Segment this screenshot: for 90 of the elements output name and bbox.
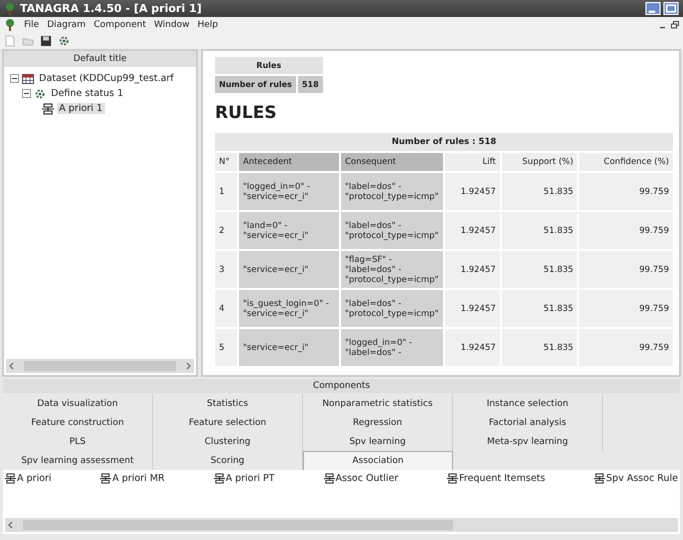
table-cell: "logged_in=0" - "service=ecr_i" (239, 173, 339, 210)
tree-icon (4, 2, 16, 14)
restore-icon[interactable] (671, 20, 679, 28)
panel-title: Default title (4, 51, 196, 67)
algorithm-item[interactable]: A priori PT (226, 473, 275, 484)
table-cell: 2 (215, 212, 237, 249)
tab[interactable]: Instance selection (453, 394, 603, 413)
rule-icon (100, 473, 112, 484)
maximize-icon[interactable] (663, 2, 679, 15)
tree-item[interactable]: A priori 1 (57, 103, 105, 114)
minimize-icon[interactable] (645, 2, 661, 15)
algorithm-item[interactable]: Spv Assoc Rule (606, 473, 678, 484)
table-cell: 5 (215, 329, 237, 366)
table-cell: 99.759 (579, 212, 673, 249)
tab[interactable]: Meta-spv learning (453, 432, 603, 451)
algorithm-item[interactable]: Frequent Itemsets (459, 473, 546, 484)
table-cell: 1.92457 (444, 212, 500, 249)
tab[interactable]: Statistics (153, 394, 303, 413)
table-cell: 3 (215, 251, 237, 288)
table-cell: 51.835 (502, 173, 578, 210)
table-cell: 99.759 (579, 251, 673, 288)
table-cell: 1 (215, 173, 237, 210)
algorithm-item[interactable]: A priori MR (112, 473, 165, 484)
rule-icon (42, 102, 54, 114)
column-header: Lift (444, 153, 500, 171)
scrollbar[interactable] (6, 359, 194, 373)
table-cell: 51.835 (502, 251, 578, 288)
column-header: Support (%) (502, 153, 578, 171)
table-caption: Number of rules : 518 (215, 133, 673, 151)
table-cell: 4 (215, 290, 237, 327)
tab[interactable]: Feature construction (3, 413, 153, 432)
tab[interactable]: PLS (3, 432, 153, 451)
table-cell: 51.835 (502, 290, 578, 327)
tree-item[interactable]: Define status 1 (49, 88, 126, 99)
save-icon[interactable] (40, 34, 52, 46)
tab[interactable]: Association (303, 451, 453, 470)
table-cell: "flag=SF" - "label=dos" - "protocol_type=icmp" (341, 251, 443, 288)
algorithm-item[interactable]: Assoc Outlier (336, 473, 398, 484)
table-cell: 99.759 (579, 290, 673, 327)
report-heading: RULES (215, 103, 278, 123)
table-cell: Number of rules (215, 76, 296, 93)
table-cell: 518 (298, 76, 323, 93)
rule-icon (594, 473, 606, 484)
tab[interactable]: Data visualization (3, 394, 153, 413)
menu-item[interactable]: Component (94, 20, 146, 30)
table-cell: 99.759 (579, 173, 673, 210)
table-cell: 99.759 (579, 329, 673, 366)
rule-icon (447, 473, 458, 484)
table-cell: 1.92457 (444, 329, 500, 366)
gear-icon (34, 88, 46, 100)
column-header: N° (215, 153, 237, 171)
rule-icon (324, 473, 335, 484)
window-title: TANAGRA 1.4.50 - [A priori 1] (20, 2, 202, 15)
tree-item[interactable]: Dataset (KDDCup99_test.arf (37, 73, 176, 84)
menu-item[interactable]: Window (154, 20, 190, 30)
collapse-toggle[interactable] (22, 89, 31, 98)
table-cell: "service=ecr_i" (239, 251, 339, 288)
table-cell: 1.92457 (444, 290, 500, 327)
tab[interactable]: Factorial analysis (453, 413, 603, 432)
table-cell: "is_guest_login=0" - "service=ecr_i" (239, 290, 339, 327)
table-cell: 51.835 (502, 212, 578, 249)
tab[interactable]: Regression (303, 413, 453, 432)
table-icon (22, 72, 34, 84)
table-cell: 1.92457 (444, 251, 500, 288)
table-cell: "land=0" - "service=ecr_i" (239, 212, 339, 249)
tab[interactable]: Nonparametric statistics (303, 394, 453, 413)
gear-icon[interactable] (58, 34, 70, 46)
panel-title: Components (3, 379, 680, 393)
collapse-toggle[interactable] (10, 74, 19, 83)
table-cell: 1.92457 (444, 173, 500, 210)
table-cell: 51.835 (502, 329, 578, 366)
tree-icon (4, 18, 16, 30)
rule-icon (5, 473, 16, 484)
menu-item[interactable]: Diagram (47, 20, 86, 30)
scrollbar[interactable] (5, 518, 678, 532)
rule-icon (214, 473, 225, 484)
menu-item[interactable]: File (24, 20, 40, 30)
table-header: Rules (215, 57, 323, 74)
tab[interactable]: Clustering (153, 432, 303, 451)
table-cell: "label=dos" - "protocol_type=icmp" (341, 212, 443, 249)
column-header: Antecedent (239, 153, 339, 171)
column-header: Confidence (%) (579, 153, 673, 171)
tab[interactable]: Feature selection (153, 413, 303, 432)
table-cell: "service=ecr_i" (239, 329, 339, 366)
table-cell: "label=dos" - "protocol_type=icmp" (341, 290, 443, 327)
table-cell: "logged_in=0" - "label=dos" - (341, 329, 443, 366)
table-cell: "label=dos" - "protocol_type=icmp" (341, 173, 443, 210)
algorithm-item[interactable]: A priori (17, 473, 52, 484)
menu-item[interactable]: Help (197, 20, 218, 30)
column-header: Consequent (341, 153, 443, 171)
